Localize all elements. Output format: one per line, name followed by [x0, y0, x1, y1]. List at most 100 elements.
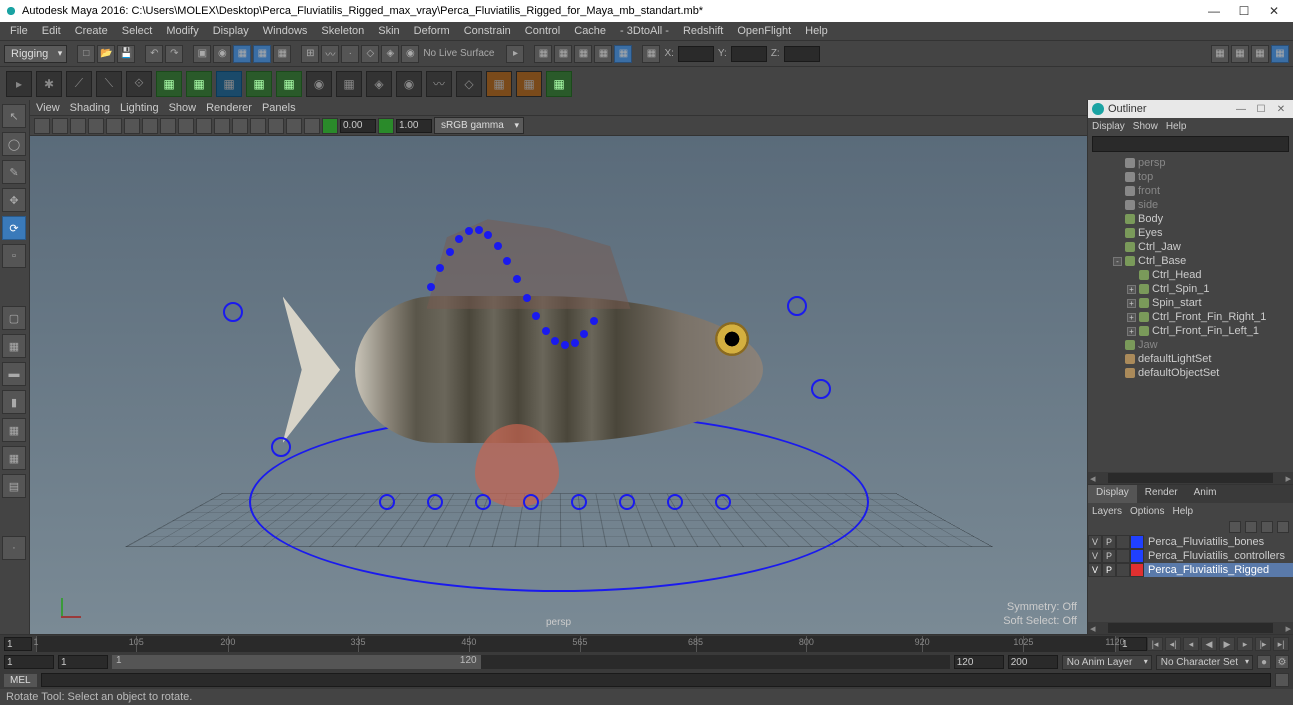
ctrl-dot-icon[interactable] — [494, 242, 502, 250]
prefs-button[interactable]: ⚙ — [1275, 655, 1289, 669]
layer-new-selected-icon[interactable] — [1277, 521, 1289, 533]
outliner-item[interactable]: top — [1088, 170, 1293, 184]
shelf-mirror-joint-icon[interactable]: ▦ — [156, 71, 182, 97]
go-to-start-button[interactable]: |◂ — [1147, 637, 1163, 651]
layer-row[interactable]: VPPerca_Fluviatilis_controllers — [1088, 549, 1293, 563]
undo-icon[interactable]: ↶ — [145, 45, 163, 63]
shelf-nonlinear-icon[interactable]: ◇ — [456, 71, 482, 97]
outliner-search-input[interactable] — [1092, 136, 1289, 152]
shelf-lattice-icon[interactable]: ▦ — [336, 71, 362, 97]
go-to-end-button[interactable]: ▸| — [1273, 637, 1289, 651]
snap-curve-icon[interactable]: 〰 — [321, 45, 339, 63]
outliner-item[interactable]: Eyes — [1088, 226, 1293, 240]
range-end-inner-field[interactable] — [954, 655, 1004, 669]
ctrl-circle-icon[interactable] — [427, 494, 443, 510]
outliner-item[interactable]: Ctrl_Jaw — [1088, 240, 1293, 254]
ctrl-dot-icon[interactable] — [590, 317, 598, 325]
viewport-menu-renderer[interactable]: Renderer — [206, 102, 252, 114]
ctrl-dot-icon[interactable] — [503, 257, 511, 265]
vp-bookmark-icon[interactable] — [52, 118, 68, 134]
outliner-item[interactable]: +Ctrl_Front_Fin_Left_1 — [1088, 324, 1293, 338]
script-editor-button[interactable] — [1275, 673, 1289, 687]
vp-isolate-icon[interactable] — [250, 118, 266, 134]
save-scene-icon[interactable]: 💾 — [117, 45, 135, 63]
menu-redshift[interactable]: Redshift — [677, 25, 729, 37]
ctrl-dot-icon[interactable] — [455, 235, 463, 243]
menu-control[interactable]: Control — [519, 25, 566, 37]
layer-display-type-toggle[interactable] — [1116, 563, 1130, 577]
vp-gamma-field[interactable] — [396, 119, 432, 133]
ctrl-circle-icon[interactable] — [523, 494, 539, 510]
vp-shaded-icon[interactable] — [178, 118, 194, 134]
layer-tab-render[interactable]: Render — [1137, 485, 1186, 503]
snap-view-icon[interactable]: ◈ — [381, 45, 399, 63]
ctrl-circle-icon[interactable] — [475, 494, 491, 510]
step-forward-button[interactable]: ▸ — [1237, 637, 1253, 651]
shelf-paint-weights-icon[interactable]: ▦ — [276, 71, 302, 97]
layer-row[interactable]: VPPerca_Fluviatilis_bones — [1088, 535, 1293, 549]
viewport-3d[interactable]: persp Symmetry: Off Soft Select: Off — [30, 136, 1087, 634]
hypershade-icon[interactable]: ▦ — [614, 45, 632, 63]
ctrl-dot-icon[interactable] — [475, 226, 483, 234]
outliner-item[interactable]: -Ctrl_Base — [1088, 254, 1293, 268]
select-mode-icon[interactable]: ▣ — [193, 45, 211, 63]
select-tool-button[interactable]: ↖ — [2, 104, 26, 128]
layer-h-scrollbar[interactable]: ◂▸ — [1088, 622, 1293, 634]
shelf-ik-icon[interactable]: ⟋ — [66, 71, 92, 97]
menu-help[interactable]: Help — [799, 25, 834, 37]
outliner-item[interactable]: front — [1088, 184, 1293, 198]
shelf-constrain-1-icon[interactable]: ▦ — [486, 71, 512, 97]
viewport-menu-view[interactable]: View — [36, 102, 60, 114]
coord-y-field[interactable] — [731, 46, 767, 62]
menu-create[interactable]: Create — [69, 25, 114, 37]
outliner-item[interactable]: persp — [1088, 156, 1293, 170]
vp-xray-icon[interactable] — [268, 118, 284, 134]
history-icon[interactable]: ▸ — [506, 45, 524, 63]
lasso-tool-button[interactable]: ◯ — [2, 132, 26, 156]
vp-film-gate-icon[interactable] — [106, 118, 122, 134]
vp-shadows-icon[interactable] — [232, 118, 248, 134]
layer-visibility-toggle[interactable]: V — [1088, 535, 1102, 549]
input-mode-icon[interactable]: ▦ — [642, 45, 660, 63]
layout-two-h-button[interactable]: ▬ — [2, 362, 26, 386]
coord-z-field[interactable] — [784, 46, 820, 62]
menu-windows[interactable]: Windows — [257, 25, 314, 37]
layer-color-swatch[interactable] — [1130, 549, 1144, 563]
shelf-wrap-icon[interactable]: ◈ — [366, 71, 392, 97]
layer-display-type-toggle[interactable] — [1116, 549, 1130, 563]
menu-constrain[interactable]: Constrain — [458, 25, 517, 37]
ctrl-circle-icon[interactable] — [715, 494, 731, 510]
menu--3dtoall-[interactable]: - 3DtoAll - — [614, 25, 675, 37]
outliner-menu-show[interactable]: Show — [1133, 121, 1158, 132]
shelf-tab-icon[interactable]: ▸ — [6, 71, 32, 97]
menu-deform[interactable]: Deform — [408, 25, 456, 37]
layer-color-swatch[interactable] — [1130, 563, 1144, 577]
outliner-maximize-button[interactable]: ☐ — [1253, 102, 1269, 116]
shelf-blend-icon[interactable]: ◉ — [396, 71, 422, 97]
shelf-ik-spline-icon[interactable]: ⟍ — [96, 71, 122, 97]
shelf-constrain-2-icon[interactable]: ▦ — [516, 71, 542, 97]
outliner-item[interactable]: defaultLightSet — [1088, 352, 1293, 366]
ctrl-circle-icon[interactable] — [811, 379, 831, 399]
layer-move-up-icon[interactable] — [1229, 521, 1241, 533]
layer-menu-layers[interactable]: Layers — [1092, 506, 1122, 517]
select-mask-icon[interactable]: ▦ — [253, 45, 271, 63]
vp-resolution-gate-icon[interactable] — [124, 118, 140, 134]
ctrl-circle-icon[interactable] — [619, 494, 635, 510]
fish-model[interactable] — [259, 200, 859, 520]
layout-single-button[interactable]: ▢ — [2, 306, 26, 330]
vp-wireframe-icon[interactable] — [160, 118, 176, 134]
outliner-h-scrollbar[interactable]: ◂▸ — [1088, 472, 1293, 484]
layer-visibility-toggle[interactable]: V — [1088, 549, 1102, 563]
menu-modify[interactable]: Modify — [160, 25, 204, 37]
layout-two-v-button[interactable]: ▮ — [2, 390, 26, 414]
snap-plane-icon[interactable]: ◇ — [361, 45, 379, 63]
snap-live-icon[interactable]: ◉ — [401, 45, 419, 63]
ctrl-dot-icon[interactable] — [436, 264, 444, 272]
outliner-item[interactable]: defaultObjectSet — [1088, 366, 1293, 380]
menu-select[interactable]: Select — [116, 25, 159, 37]
layer-visibility-toggle[interactable]: V — [1088, 563, 1102, 577]
outliner-item[interactable]: Body — [1088, 212, 1293, 226]
ctrl-dot-icon[interactable] — [484, 231, 492, 239]
outliner-item[interactable]: +Spin_start — [1088, 296, 1293, 310]
